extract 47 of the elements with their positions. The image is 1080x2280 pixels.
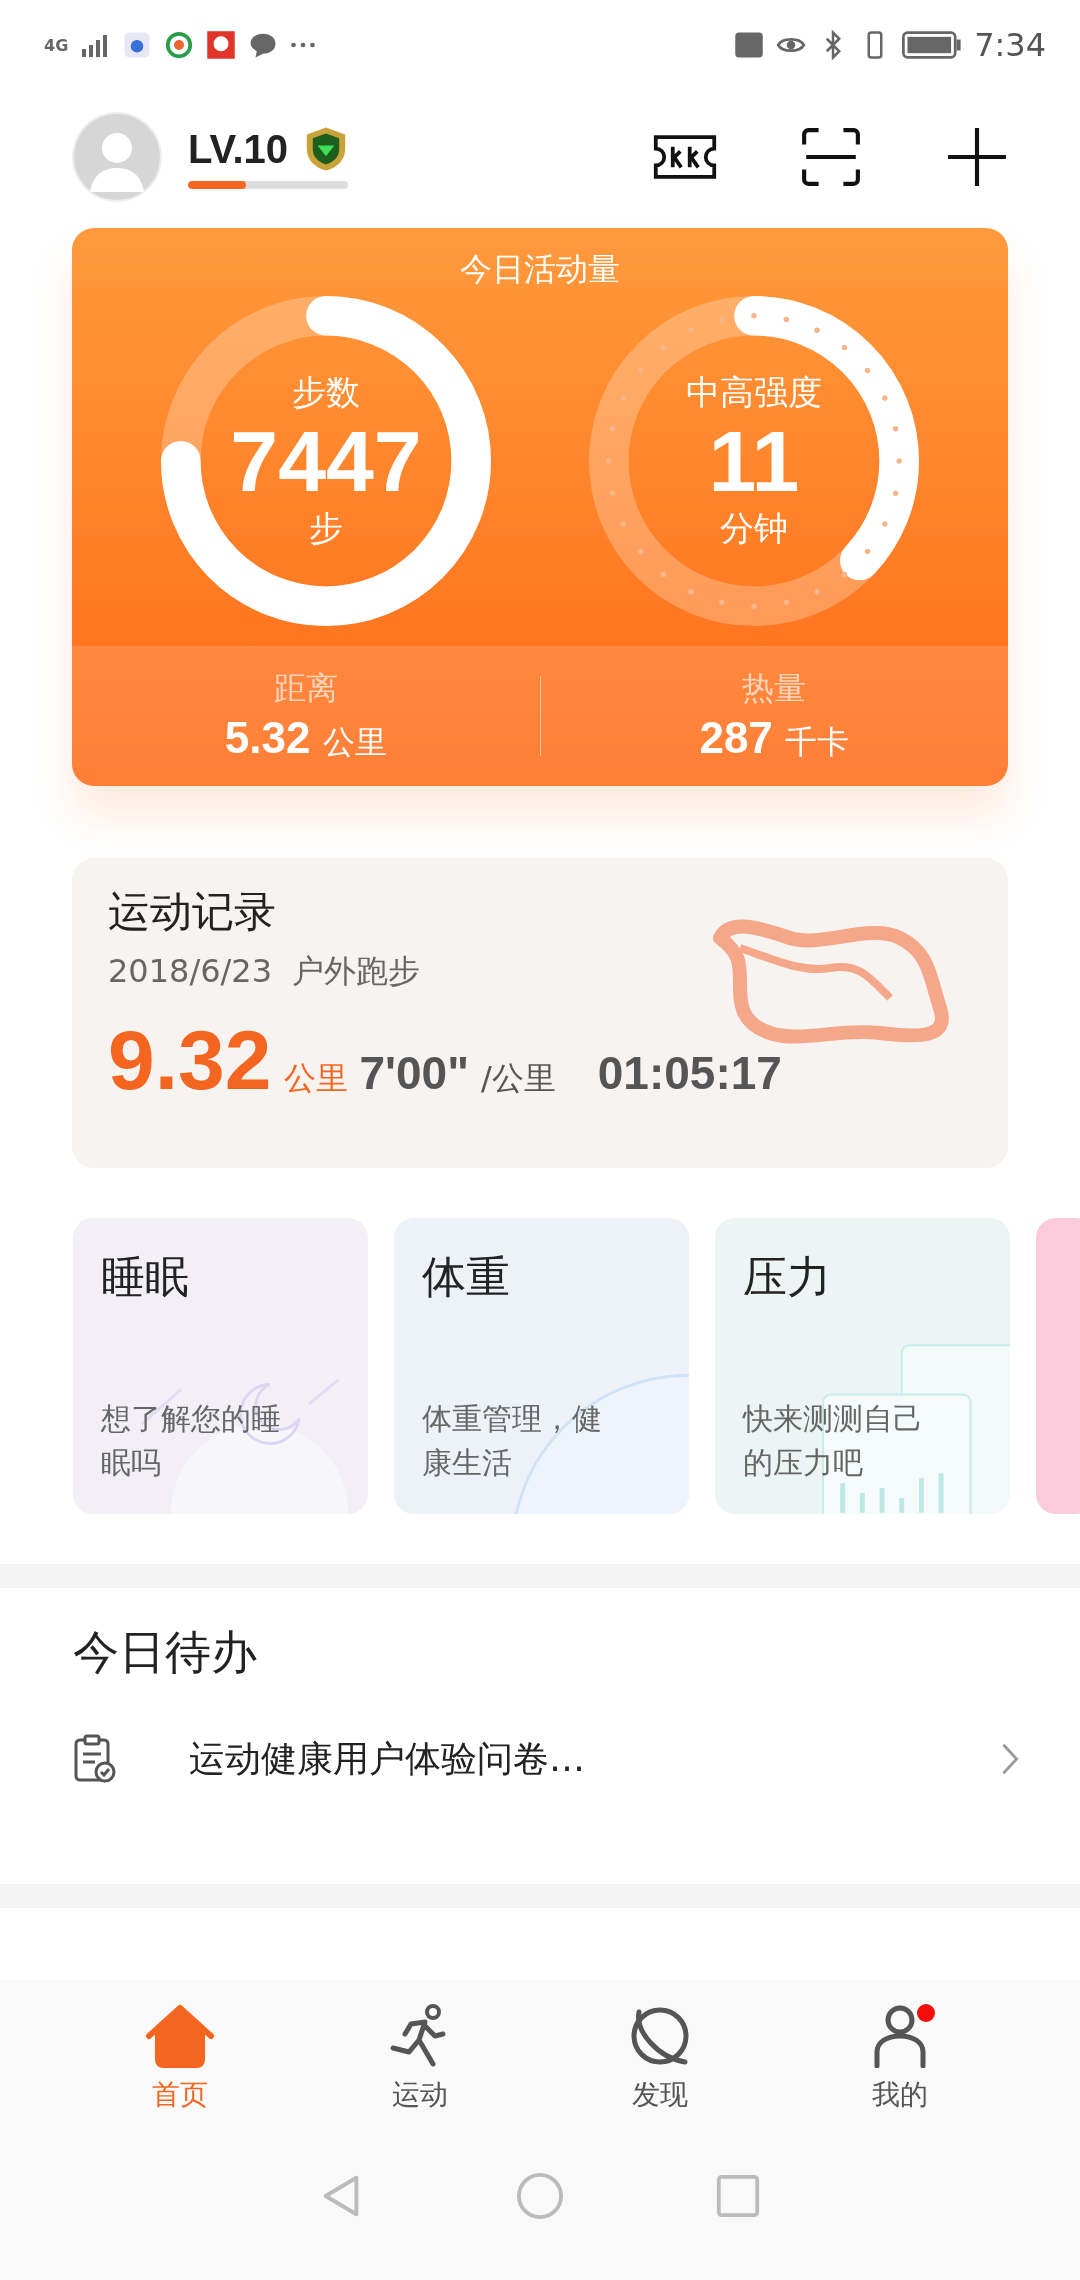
more-icon: [290, 41, 317, 49]
card-title: 今日活动量: [459, 249, 621, 290]
card-title: 睡眠: [101, 1250, 190, 1304]
app-notification-icon: [122, 30, 153, 60]
stat-label: 距离: [273, 668, 338, 709]
recents-icon[interactable]: [714, 2172, 762, 2220]
card-description: 体重管理，健康生活: [422, 1400, 603, 1482]
clipboard-check-icon: [73, 1734, 117, 1784]
level-label: LV.10: [188, 126, 289, 172]
stat-value: 5.32 公里: [224, 713, 387, 764]
ring-unit: 分钟: [720, 507, 788, 550]
ring-unit: 步: [309, 507, 343, 550]
distance-value: 9.32: [108, 1012, 272, 1109]
avatar[interactable]: [72, 112, 162, 202]
chevron-right-icon: [1000, 1742, 1020, 1776]
stat-value: 287 千卡: [699, 713, 850, 764]
app-notification-icon: [206, 30, 237, 60]
feature-card[interactable]: 压力 快来测测自己的压力吧: [715, 1218, 1010, 1514]
record-date-type: 2018/6/23 户外跑步: [108, 951, 422, 992]
clock-time: 7:34: [974, 26, 1046, 64]
card-title: 体重: [422, 1250, 511, 1304]
home-button-icon[interactable]: [516, 2172, 564, 2220]
feature-card[interactable]: 睡眠 想了解您的睡眠吗: [73, 1218, 368, 1514]
nav-tab[interactable]: 运动: [350, 2004, 490, 2114]
card-title: 运动记录: [108, 886, 277, 938]
ring-label: 中高强度: [686, 371, 822, 414]
ring-label: 步数: [292, 371, 360, 414]
pace-unit: /公里: [481, 1058, 556, 1099]
pace-value: 7'00": [359, 1046, 469, 1100]
distance-unit: 公里: [283, 1058, 348, 1099]
home-icon: [145, 2004, 215, 2068]
nav-tab[interactable]: 发现: [590, 2004, 730, 2114]
card-title: 压力: [743, 1250, 832, 1304]
record-card[interactable]: 运动记录 2018/6/23 户外跑步 9.32 公里 7'00" /公里 01:05:17: [72, 858, 1008, 1168]
app-notification-icon: [164, 30, 195, 60]
battery-icon: [902, 30, 963, 60]
duration-value: 01:05:17: [597, 1046, 782, 1100]
card-description: 快来测测自己的压力吧: [743, 1400, 924, 1482]
feature-card[interactable]: 体重 体重管理，健康生活: [394, 1218, 689, 1514]
stat-label: 热量: [742, 668, 807, 709]
card-description: 想了解您的睡眠吗: [101, 1400, 282, 1482]
todo-item[interactable]: 运动健康用户体验问卷…: [73, 1684, 1080, 1834]
section-title: 今日待办: [73, 1624, 258, 1681]
ring-value: 11: [708, 418, 800, 504]
network-label: 4G: [44, 35, 69, 55]
nav-tab[interactable]: 我的: [830, 2004, 970, 2114]
ring-value: 7447: [230, 418, 422, 504]
